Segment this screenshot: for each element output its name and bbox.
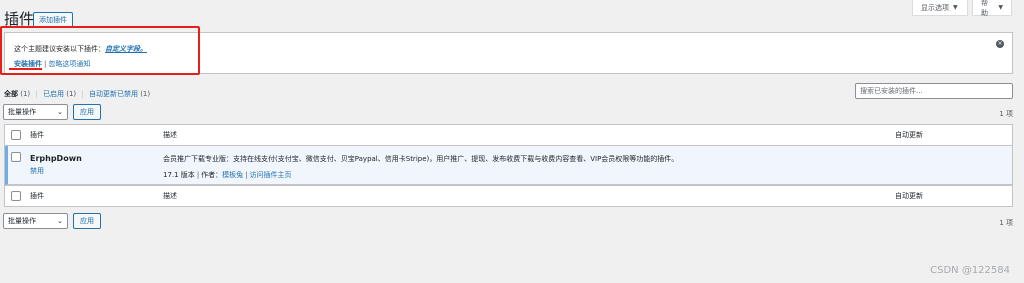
column-plugin-footer: 插件 <box>30 192 44 200</box>
column-auto-update: 自动更新 <box>895 131 923 139</box>
items-count-bottom: 1 项 <box>999 219 1013 227</box>
apply-button-top[interactable]: 应用 <box>73 104 101 120</box>
select-all-checkbox[interactable] <box>11 130 21 140</box>
table-footer-row: 插件 描述 自动更新 <box>5 185 1012 206</box>
plugin-version: 17.1 版本 <box>163 171 195 179</box>
plugin-name-cell: ErphpDown 禁用 <box>30 154 82 176</box>
table-row: ErphpDown 禁用 会员推广下载专业版：支持在线支付(支付宝、微信支付、贝… <box>5 146 1012 185</box>
caret-down-icon: ▼ <box>998 4 1003 11</box>
dismiss-icon[interactable]: × <box>996 40 1004 48</box>
bulk-actions-label: 批量操作 <box>8 108 36 116</box>
bulk-actions-label: 批量操作 <box>8 217 36 225</box>
apply-button-bottom[interactable]: 应用 <box>73 213 101 229</box>
plugin-meta: 17.1 版本 | 作者：模板兔 | 访问插件主页 <box>163 171 292 179</box>
help-tab[interactable]: 帮助 ▼ <box>972 0 1012 17</box>
deactivate-link[interactable]: 禁用 <box>30 166 82 176</box>
plugin-description-cell: 会员推广下载专业版：支持在线支付(支付宝、微信支付、贝宝Paypal、信用卡St… <box>163 154 678 180</box>
plugin-title: ErphpDown <box>30 154 82 163</box>
filter-active[interactable]: 已启用 <box>43 90 64 98</box>
plugin-status-filters: 全部 (1) | 已启用 (1) | 自动更新已禁用 (1) <box>4 90 151 98</box>
plugin-description: 会员推广下载专业版：支持在线支付(支付宝、微信支付、贝宝Paypal、信用卡St… <box>163 155 679 163</box>
plugin-search-input[interactable]: 搜索已安装的插件... <box>855 83 1013 99</box>
column-plugin: 插件 <box>30 131 44 139</box>
chevron-down-icon: ⌄ <box>57 108 63 116</box>
chevron-down-icon: ⌄ <box>57 217 63 225</box>
bulk-actions-select-top[interactable]: 批量操作 ⌄ <box>3 104 68 120</box>
filter-autoupdate-count: (1) <box>140 90 151 98</box>
bulk-actions-select-bottom[interactable]: 批量操作 ⌄ <box>3 213 68 229</box>
filter-all-count: (1) <box>20 90 31 98</box>
plugin-site-link[interactable]: 访问插件主页 <box>250 171 292 179</box>
annotation-underline <box>9 68 42 70</box>
caret-down-icon: ▼ <box>953 4 958 11</box>
filter-autoupdate-disabled[interactable]: 自动更新已禁用 <box>89 90 138 98</box>
filter-active-count: (1) <box>66 90 77 98</box>
items-count-top: 1 项 <box>999 110 1013 118</box>
screen-options-tab[interactable]: 显示选项 ▼ <box>912 0 968 16</box>
column-auto-update-footer: 自动更新 <box>895 192 923 200</box>
plugins-table: 插件 描述 自动更新 ErphpDown 禁用 会员推广下载专业版：支持在线支付… <box>4 124 1013 207</box>
help-label: 帮助 <box>981 0 988 17</box>
table-header-row: 插件 描述 自动更新 <box>5 125 1012 146</box>
column-description-footer: 描述 <box>163 192 177 200</box>
filter-all[interactable]: 全部 <box>4 90 18 98</box>
author-label: 作者： <box>201 171 223 179</box>
screen-options-label: 显示选项 <box>921 3 949 12</box>
select-all-checkbox-footer[interactable] <box>11 191 21 201</box>
plugin-checkbox[interactable] <box>11 152 21 162</box>
watermark: CSDN @122584 <box>930 265 1010 276</box>
column-description: 描述 <box>163 131 177 139</box>
author-link[interactable]: 模板兔 <box>222 171 243 179</box>
